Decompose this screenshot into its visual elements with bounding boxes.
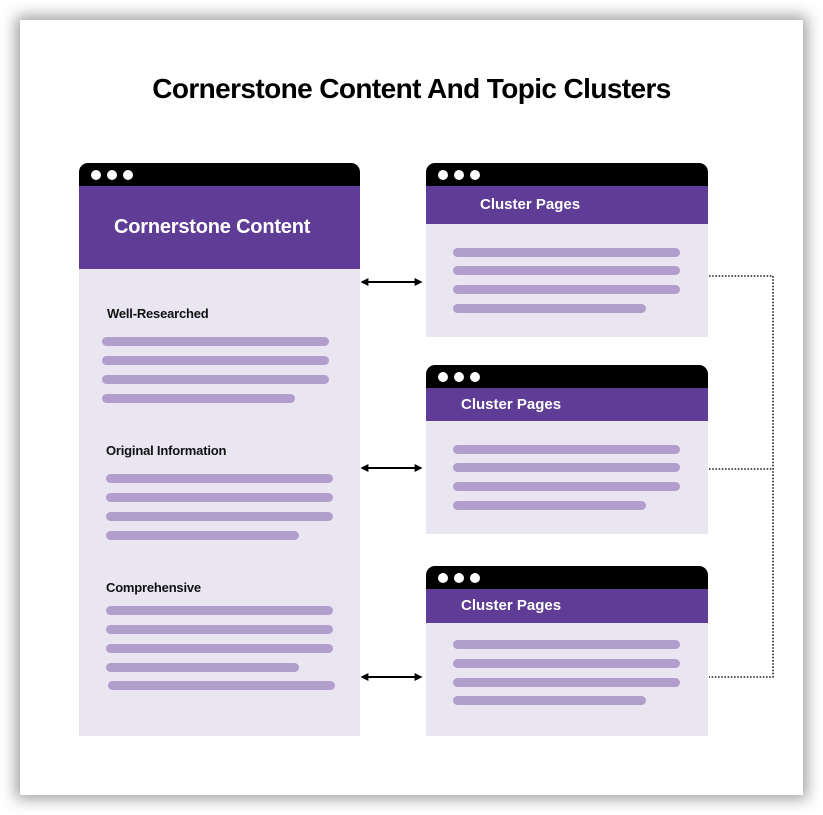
text-line-placeholder (106, 531, 299, 540)
text-line-placeholder (108, 681, 335, 690)
text-line-placeholder (453, 445, 680, 454)
text-line-placeholder (106, 493, 333, 502)
window-header: Cluster Pages (426, 388, 708, 421)
text-line-placeholder (106, 625, 333, 634)
diagram-title: Cornerstone Content And Topic Clusters (152, 73, 671, 104)
cluster-body (426, 224, 708, 337)
cornerstone-header-text: Cornerstone Content (114, 216, 311, 238)
text-line-placeholder (102, 394, 295, 403)
window-dot-icon (123, 170, 133, 180)
text-line-placeholder (106, 474, 333, 483)
text-line-placeholder (453, 659, 680, 668)
text-line-placeholder (106, 644, 333, 653)
text-line-placeholder (453, 501, 646, 510)
window-titlebar (426, 163, 708, 186)
section-label-original-information: Original Information (106, 443, 227, 458)
text-line-placeholder (453, 248, 680, 257)
window-dot-icon (438, 372, 448, 382)
cluster-header-text: Cluster Pages (461, 597, 562, 614)
text-line-placeholder (102, 356, 329, 365)
window-titlebar (426, 566, 708, 589)
cluster-header-text: Cluster Pages (480, 196, 581, 213)
window-dot-icon (454, 372, 464, 382)
cluster-window-1: Cluster Pages (426, 163, 708, 337)
text-line-placeholder (453, 266, 680, 275)
cluster-body (426, 623, 708, 736)
window-header: Cornerstone Content (79, 186, 360, 269)
window-dot-icon (470, 573, 480, 583)
cluster-header-text: Cluster Pages (461, 396, 562, 413)
window-titlebar (79, 163, 360, 186)
window-dot-icon (470, 170, 480, 180)
text-line-placeholder (453, 463, 680, 472)
cornerstone-window: Cornerstone Content Well-Researched Orig… (79, 163, 360, 736)
window-dot-icon (91, 170, 101, 180)
text-line-placeholder (453, 304, 646, 313)
text-line-placeholder (453, 640, 680, 649)
window-dot-icon (454, 170, 464, 180)
window-dot-icon (107, 170, 117, 180)
text-line-placeholder (102, 375, 329, 384)
cluster-window-2: Cluster Pages (426, 365, 708, 534)
section-label-well-researched: Well-Researched (107, 306, 209, 321)
cluster-body (426, 421, 708, 534)
cornerstone-body: Well-Researched Original Information Com… (79, 269, 360, 736)
text-line-placeholder (106, 606, 333, 615)
window-header: Cluster Pages (426, 186, 708, 224)
text-line-placeholder (106, 663, 299, 672)
window-dot-icon (438, 170, 448, 180)
text-line-placeholder (453, 482, 680, 491)
cluster-window-3: Cluster Pages (426, 566, 708, 736)
text-line-placeholder (102, 337, 329, 346)
window-dot-icon (438, 573, 448, 583)
text-line-placeholder (453, 678, 680, 687)
text-line-placeholder (453, 696, 646, 705)
window-dot-icon (470, 372, 480, 382)
section-label-comprehensive: Comprehensive (106, 580, 201, 595)
window-header: Cluster Pages (426, 589, 708, 623)
window-dot-icon (454, 573, 464, 583)
text-line-placeholder (453, 285, 680, 294)
window-titlebar (426, 365, 708, 388)
text-line-placeholder (106, 512, 333, 521)
